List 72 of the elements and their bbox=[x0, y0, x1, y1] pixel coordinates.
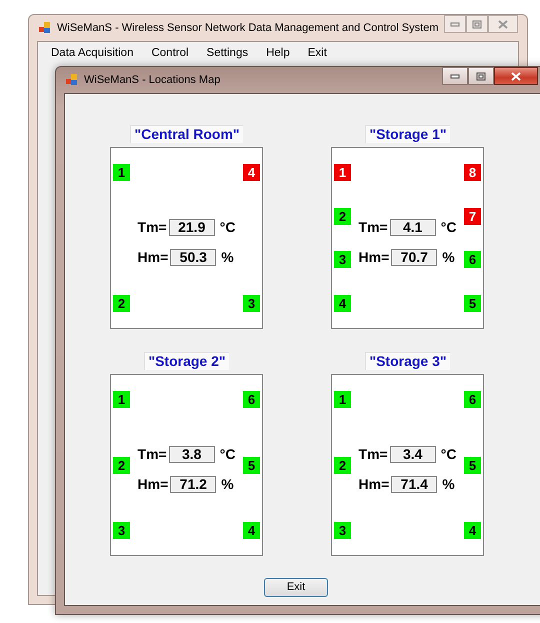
minimize-icon bbox=[450, 73, 460, 79]
maximize-button[interactable] bbox=[468, 67, 494, 85]
sensor-indicator: 5 bbox=[464, 294, 481, 312]
sensor-indicator: 2 bbox=[334, 208, 351, 225]
sensor-indicator: 5 bbox=[464, 456, 481, 474]
humidity-label: Hm= bbox=[138, 476, 168, 492]
sensor-indicator: 4 bbox=[334, 294, 351, 312]
sensor-indicator: 6 bbox=[243, 391, 260, 408]
sensor-indicator: 1 bbox=[334, 164, 351, 181]
app-icon bbox=[66, 74, 78, 86]
temperature-label: Tm= bbox=[358, 446, 388, 462]
sensor-indicator: 1 bbox=[113, 164, 130, 181]
close-icon bbox=[511, 72, 521, 80]
humidity-label: Hm= bbox=[358, 476, 390, 492]
humidity-label: Hm= bbox=[358, 249, 390, 265]
humidity-unit: % bbox=[221, 476, 234, 492]
sensor-indicator: 3 bbox=[113, 522, 130, 539]
minimize-button[interactable] bbox=[442, 67, 468, 85]
humidity-label: Hm= bbox=[138, 249, 168, 265]
menu-item[interactable]: Data Acquisition bbox=[42, 44, 142, 62]
humidity-field: 71.4 bbox=[391, 476, 438, 492]
humidity-field: 50.3 bbox=[170, 248, 216, 266]
temperature-label: Tm= bbox=[138, 446, 167, 462]
sensor-indicator: 7 bbox=[464, 208, 481, 225]
sensor-indicator: 3 bbox=[334, 522, 351, 539]
minimize-icon bbox=[450, 21, 460, 27]
sensor-indicator: 2 bbox=[113, 456, 130, 474]
sensor-indicator: 3 bbox=[334, 251, 351, 268]
sensor-indicator: 6 bbox=[464, 251, 481, 268]
temperature-label: Tm= bbox=[358, 219, 388, 235]
humidity-field: 70.7 bbox=[391, 248, 438, 266]
menu-item[interactable]: Control bbox=[142, 44, 198, 62]
menu-item[interactable]: Exit bbox=[298, 44, 336, 62]
room-title: "Storage 2" bbox=[144, 352, 229, 370]
humidity-unit: % bbox=[442, 249, 455, 265]
humidity-unit: % bbox=[221, 249, 234, 265]
temperature-field: 3.4 bbox=[390, 446, 436, 462]
window-title: WiSeManS - Locations Map bbox=[84, 74, 220, 86]
exit-button[interactable]: Exit bbox=[264, 578, 328, 596]
maximize-icon bbox=[476, 72, 486, 80]
sensor-indicator: 4 bbox=[243, 522, 260, 539]
menu-item[interactable]: Help bbox=[257, 44, 299, 62]
sensor-indicator: 4 bbox=[243, 164, 260, 181]
temperature-unit: °C bbox=[220, 446, 236, 462]
close-icon bbox=[498, 20, 508, 28]
temperature-field: 4.1 bbox=[390, 218, 436, 236]
temperature-field: 21.9 bbox=[168, 218, 215, 236]
temperature-unit: °C bbox=[440, 219, 456, 235]
sensor-indicator: 4 bbox=[464, 522, 481, 539]
humidity-unit: % bbox=[442, 476, 455, 492]
sensor-indicator: 2 bbox=[334, 456, 351, 474]
room-title: "Central Room" bbox=[130, 125, 243, 143]
temperature-field: 3.8 bbox=[168, 446, 215, 462]
humidity-field: 71.2 bbox=[170, 476, 216, 492]
room-title: "Storage 3" bbox=[365, 352, 450, 370]
sensor-indicator: 5 bbox=[243, 456, 260, 474]
room-title: "Storage 1" bbox=[365, 125, 450, 143]
sensor-indicator: 3 bbox=[243, 295, 260, 312]
sensor-indicator: 2 bbox=[113, 295, 130, 312]
menu-item[interactable]: Settings bbox=[198, 44, 258, 62]
window-title: WiSeManS - Wireless Sensor Network Data Management and Control System bbox=[57, 22, 438, 34]
temperature-label: Tm= bbox=[138, 219, 167, 235]
sensor-indicator: 1 bbox=[113, 391, 130, 408]
sensor-indicator: 6 bbox=[464, 391, 481, 408]
sensor-indicator: 1 bbox=[334, 391, 351, 408]
app-icon bbox=[39, 22, 51, 34]
maximize-icon bbox=[472, 20, 482, 28]
maximize-button[interactable] bbox=[466, 15, 488, 33]
temperature-unit: °C bbox=[220, 219, 236, 235]
close-button[interactable] bbox=[494, 67, 538, 85]
sensor-indicator: 8 bbox=[464, 164, 481, 181]
temperature-unit: °C bbox=[440, 446, 456, 462]
